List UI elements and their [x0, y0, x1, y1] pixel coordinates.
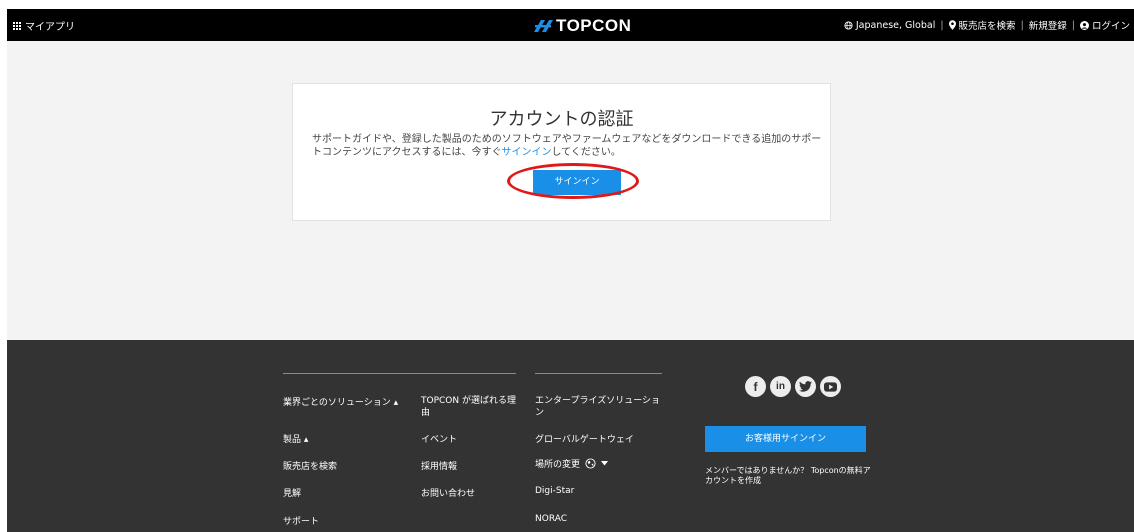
user-icon [1079, 20, 1089, 30]
footer-link[interactable]: イベント [421, 432, 457, 445]
card-description: サポートガイドや、登録した製品のためのソフトウェアやファームウェアなどをダウンロ… [312, 133, 822, 159]
inline-signin-link[interactable]: サインイン [502, 147, 552, 158]
footer-link[interactable]: お問い合わせ [421, 486, 475, 499]
language-label: Japanese, Global [855, 19, 936, 31]
map-pin-icon [948, 20, 956, 30]
find-dealer-link[interactable]: 販売店を検索 [948, 18, 1016, 32]
language-selector[interactable]: Japanese, Global [844, 20, 935, 31]
footer-link[interactable]: NORAC [535, 514, 567, 524]
login-label: ログイン [1091, 21, 1130, 32]
footer-link[interactable]: Digi-Star [535, 486, 574, 496]
footer-divider [535, 373, 662, 374]
signin-button[interactable]: サインイン [533, 170, 621, 195]
globe-icon [585, 458, 596, 469]
footer-link[interactable]: 採用情報 [421, 459, 457, 472]
nav-separator: | [1071, 19, 1075, 31]
page: マイアプリ TOPCON Japanese, Global | 販売店を検索 |… [7, 9, 1134, 532]
card-title: アカウントの認証 [489, 109, 634, 130]
social-links: f in [745, 376, 841, 397]
description-text-end: してください。 [551, 147, 621, 158]
header-right-nav: Japanese, Global | 販売店を検索 | 新規登録 | ログイン [844, 18, 1130, 32]
footer-link[interactable]: サポート [283, 514, 319, 527]
top-navigation-bar: マイアプリ TOPCON Japanese, Global | 販売店を検索 |… [7, 9, 1134, 41]
topcon-logo-icon [534, 20, 553, 32]
topcon-logo[interactable]: TOPCON [532, 16, 631, 36]
account-auth-card: アカウントの認証 サポートガイドや、登録した製品のためのソフトウェアやファームウ… [292, 83, 831, 221]
footer-link[interactable]: 製品 ▴ [283, 432, 308, 445]
nav-separator: | [940, 19, 944, 31]
footer-link[interactable]: エンタープライズソリューション [535, 395, 663, 419]
footer-link[interactable]: 販売店を検索 [283, 459, 337, 472]
youtube-icon[interactable] [820, 376, 841, 397]
twitter-icon[interactable] [795, 376, 816, 397]
linkedin-icon[interactable]: in [770, 376, 791, 397]
footer-link[interactable]: 見解 [283, 486, 301, 499]
facebook-icon[interactable]: f [745, 376, 766, 397]
customer-signin-button[interactable]: お客様用サインイン [705, 426, 866, 452]
login-link[interactable]: ログイン [1079, 18, 1130, 32]
footer: 業界ごとのソリューション ▴ 製品 ▴ 販売店を検索 見解 サポート TOPCO… [7, 340, 1134, 532]
footer-link[interactable]: 業界ごとのソリューション ▴ [283, 395, 398, 408]
member-signup-text[interactable]: メンバーではありませんか？ Topconの無料アカウントを作成 [705, 466, 875, 486]
footer-link[interactable]: TOPCON が選ばれる理由 [421, 395, 516, 419]
logo-text: TOPCON [556, 16, 632, 35]
footer-divider [283, 373, 516, 374]
my-apps-label: マイアプリ [25, 22, 75, 33]
caret-down-icon [601, 461, 609, 466]
register-link[interactable]: 新規登録 [1029, 18, 1067, 32]
footer-link[interactable]: グローバルゲートウェイ [535, 432, 634, 445]
globe-icon [844, 20, 853, 30]
change-location-link[interactable]: 場所の変更 [535, 457, 609, 470]
app-grid-icon [13, 21, 21, 30]
nav-separator: | [1020, 19, 1024, 31]
find-dealer-label: 販売店を検索 [958, 21, 1016, 32]
my-apps-menu[interactable]: マイアプリ [13, 18, 75, 33]
change-location-label: 場所の変更 [535, 460, 581, 470]
